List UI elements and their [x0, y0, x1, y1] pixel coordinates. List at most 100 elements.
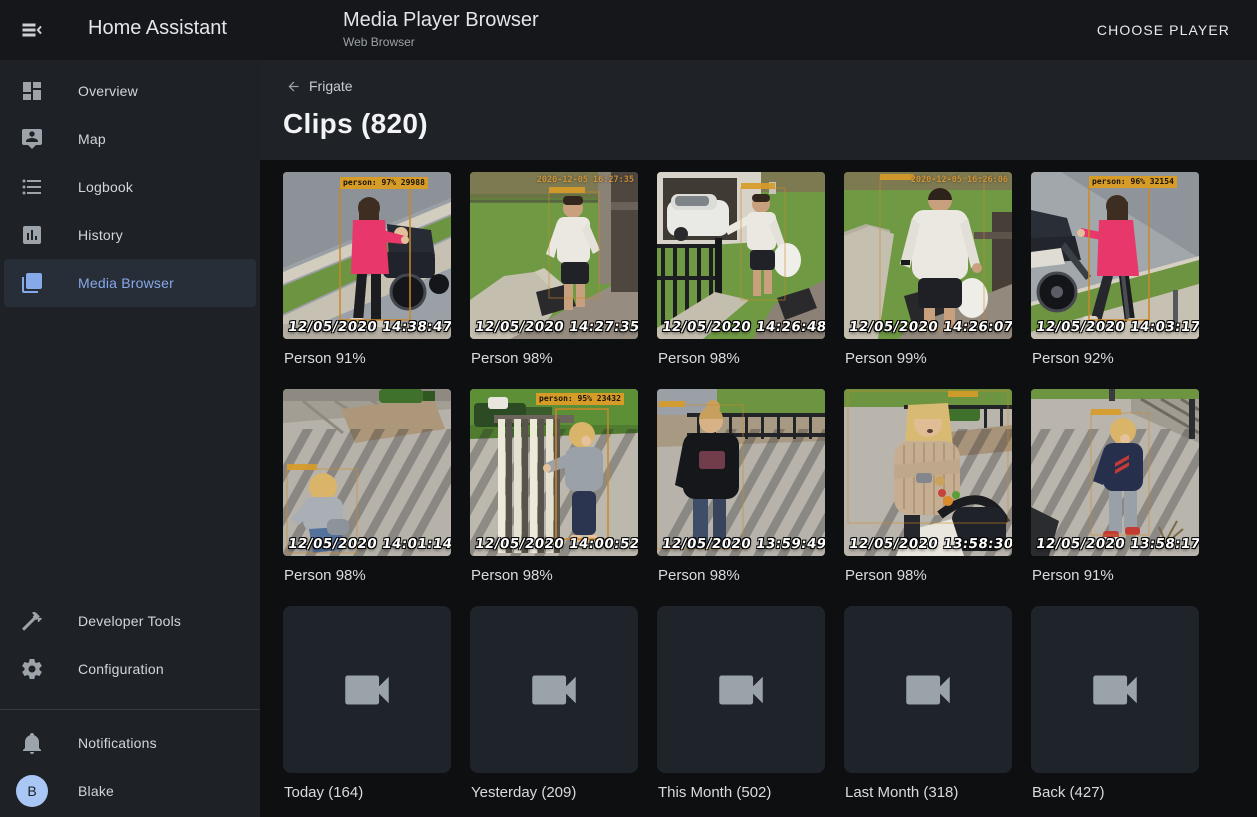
- sidebar-item-label: Map: [78, 131, 106, 147]
- clip-thumbnail: [283, 389, 451, 556]
- folder-label: Last Month (318): [845, 784, 1012, 801]
- media-browser-content: person: 97% 2998812/05/2020 14:38:47 Pers…: [260, 160, 1257, 817]
- clip-tile[interactable]: person: 96% 3215412/05/2020 14:03:17: [1031, 172, 1199, 339]
- sidebar-item-label: History: [78, 227, 123, 243]
- clip-thumbnail: [657, 172, 825, 339]
- videocam-icon: [899, 661, 957, 719]
- folder-tile[interactable]: [470, 606, 638, 773]
- avatar: B: [16, 775, 48, 807]
- folder-label: Back (427): [1032, 784, 1199, 801]
- clip-cell: 12/05/2020 13:59:49Person 98%: [657, 389, 825, 606]
- clip-cell: person: 96% 3215412/05/2020 14:03:17Pers…: [1031, 172, 1199, 389]
- sidebar-item-history[interactable]: History: [4, 211, 256, 259]
- clip-tile[interactable]: 2020-12-05 16:27:3512/05/2020 14:27:35: [470, 172, 638, 339]
- page-title: Clips (820): [283, 108, 1257, 140]
- sidebar-item-developer-tools[interactable]: Developer Tools: [4, 597, 256, 645]
- clip-thumbnail: [1031, 172, 1199, 339]
- clip-cell: 12/05/2020 13:58:17 Person 91%: [1031, 389, 1199, 606]
- clip-tile[interactable]: 12/05/2020 13:58:17: [1031, 389, 1199, 556]
- clip-tile[interactable]: 12/05/2020 14:01:14: [283, 389, 451, 556]
- folder-tile[interactable]: [844, 606, 1012, 773]
- map-account-icon: [20, 127, 44, 151]
- clip-thumbnail: [844, 172, 1012, 339]
- timestamp-overlay: 12/05/2020 14:26:07: [848, 319, 1012, 335]
- sidebar-item-map[interactable]: Map: [4, 115, 256, 163]
- clip-caption: Person 98%: [284, 567, 451, 584]
- timestamp-overlay: 12/05/2020 14:00:52: [474, 536, 638, 552]
- folder-cell: Yesterday (209): [470, 606, 638, 817]
- clip-caption: Person 98%: [658, 350, 825, 367]
- choose-player-button[interactable]: CHOOSE PLAYER: [1091, 0, 1236, 60]
- timestamp-overlay: 12/05/2020 14:26:48: [661, 319, 825, 335]
- folder-cell: Today (164): [283, 606, 451, 817]
- clip-cell: 12/05/2020 13:58:30 Person 98%: [844, 389, 1012, 606]
- arrow-left-icon: [286, 79, 301, 94]
- sidebar-spacer: [0, 307, 260, 597]
- sidebar: Overview Map Logbook History Media Browser D…: [0, 60, 260, 817]
- folder-cell: This Month (502): [657, 606, 825, 817]
- media-browser-icon: [20, 271, 44, 295]
- clip-caption: Person 91%: [1032, 567, 1199, 584]
- folder-tile[interactable]: [1031, 606, 1199, 773]
- folder-cell: Last Month (318): [844, 606, 1012, 817]
- clip-cell: 2020-12-05 16:26:0612/05/2020 14:26:07 Pe…: [844, 172, 1012, 389]
- clip-cell: 2020-12-05 16:27:3512/05/2020 14:27:35 Pe…: [470, 172, 638, 389]
- timestamp-overlay: 12/05/2020 13:59:49: [661, 536, 825, 552]
- sidebar-item-overview[interactable]: Overview: [4, 67, 256, 115]
- sidebar-item-media-browser[interactable]: Media Browser: [4, 259, 256, 307]
- videocam-icon: [1086, 661, 1144, 719]
- breadcrumb-label: Frigate: [309, 78, 353, 94]
- folder-tile[interactable]: [283, 606, 451, 773]
- bell-icon: [20, 731, 44, 755]
- sidebar-toggle-button[interactable]: [20, 18, 44, 42]
- clip-cell: 12/05/2020 14:26:48 Person 98%: [657, 172, 825, 389]
- sidebar-item-label: Notifications: [78, 735, 157, 751]
- videocam-icon: [525, 661, 583, 719]
- clip-thumbnail: [844, 389, 1012, 556]
- timestamp-overlay: 12/05/2020 14:01:14: [287, 536, 451, 552]
- folder-label: Today (164): [284, 784, 451, 801]
- logbook-icon: [20, 175, 44, 199]
- sidebar-item-profile[interactable]: B Blake: [4, 767, 256, 815]
- sidebar-item-logbook[interactable]: Logbook: [4, 163, 256, 211]
- clip-cell: person: 97% 2998812/05/2020 14:38:47 Pers…: [283, 172, 451, 389]
- clip-thumbnail: [1031, 389, 1199, 556]
- sidebar-divider: [0, 709, 260, 710]
- backburger-icon: [20, 18, 44, 42]
- clip-caption: Person 91%: [284, 350, 451, 367]
- clip-thumbnail: [657, 389, 825, 556]
- clip-caption: Person 99%: [845, 350, 1012, 367]
- clip-tile[interactable]: 2020-12-05 16:26:0612/05/2020 14:26:07: [844, 172, 1012, 339]
- folder-label: Yesterday (209): [471, 784, 638, 801]
- sidebar-item-notifications[interactable]: Notifications: [4, 719, 256, 767]
- timestamp-overlay: 12/05/2020 14:38:47: [287, 319, 451, 335]
- camera-timestamp: 2020-12-05 16:27:35: [537, 175, 634, 185]
- clip-thumbnail: [470, 389, 638, 556]
- breadcrumb[interactable]: Frigate: [286, 78, 353, 94]
- folder-tile[interactable]: [657, 606, 825, 773]
- clip-tile[interactable]: person: 95% 2343212/05/2020 14:00:52: [470, 389, 638, 556]
- sidebar-item-configuration[interactable]: Configuration: [4, 645, 256, 693]
- hammer-icon: [20, 609, 44, 633]
- user-name: Blake: [78, 783, 114, 799]
- clip-tile[interactable]: 12/05/2020 14:26:48: [657, 172, 825, 339]
- clip-caption: Person 98%: [471, 567, 638, 584]
- app-title: Home Assistant: [88, 17, 227, 40]
- page-header-title: Media Player Browser: [343, 9, 539, 32]
- timestamp-overlay: 12/05/2020 13:58:17: [1035, 536, 1199, 552]
- clip-tile[interactable]: 12/05/2020 13:59:49: [657, 389, 825, 556]
- clip-tile[interactable]: 12/05/2020 13:58:30: [844, 389, 1012, 556]
- clip-cell: 12/05/2020 14:01:14 Person 98%: [283, 389, 451, 606]
- clip-tile[interactable]: person: 97% 2998812/05/2020 14:38:47: [283, 172, 451, 339]
- sidebar-item-label: Media Browser: [78, 275, 174, 291]
- clip-thumbnail: [283, 172, 451, 339]
- videocam-icon: [338, 661, 396, 719]
- page-header-subtitle: Web Browser: [343, 35, 539, 49]
- content-header: Frigate Clips (820): [260, 60, 1257, 160]
- clip-thumbnail: [470, 172, 638, 339]
- clip-caption: Person 98%: [471, 350, 638, 367]
- detection-chip: person: 96% 32154: [1089, 176, 1177, 188]
- history-chart-icon: [20, 223, 44, 247]
- clip-caption: Person 98%: [845, 567, 1012, 584]
- media-player-header: Media Player Browser Web Browser: [343, 9, 539, 49]
